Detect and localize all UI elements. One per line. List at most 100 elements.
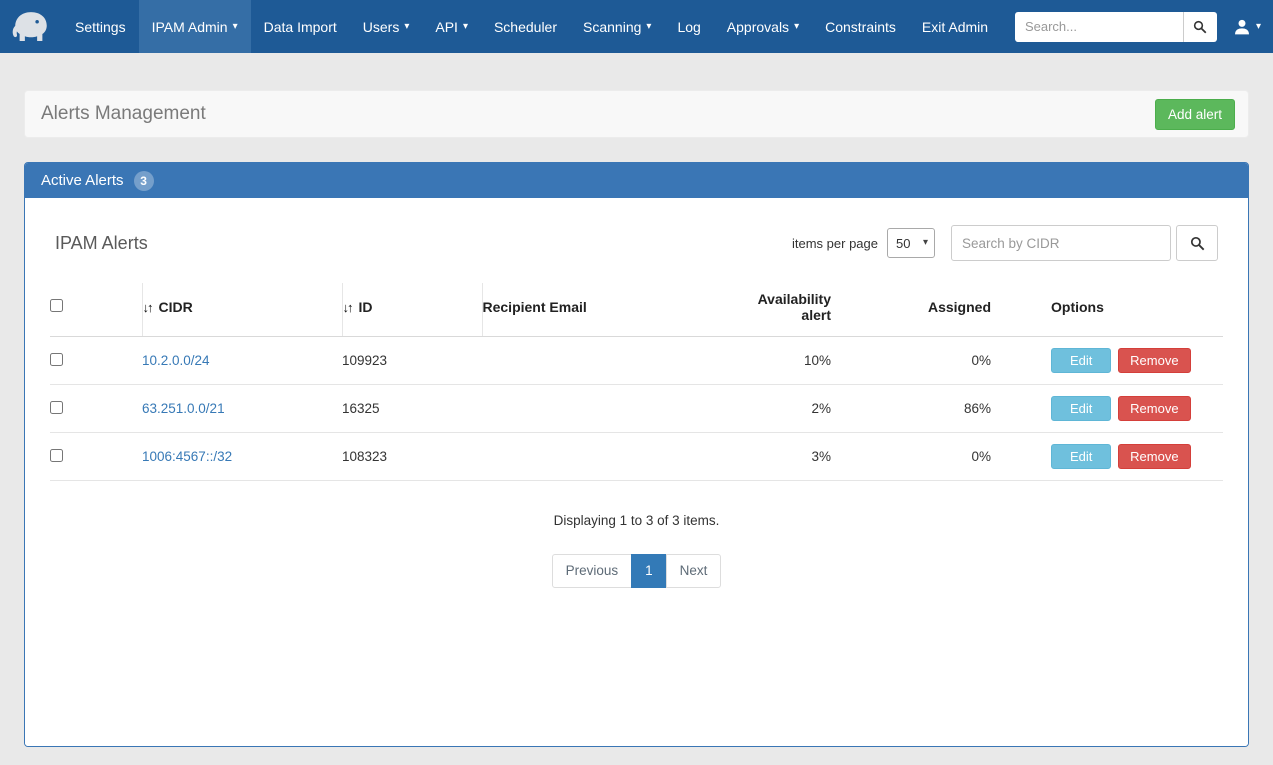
column-header-email: Recipient Email (482, 283, 725, 337)
row-checkbox[interactable] (50, 401, 63, 414)
availability-cell: 3% (725, 433, 835, 481)
row-checkbox[interactable] (50, 449, 63, 462)
caret-down-icon: ▾ (646, 22, 651, 32)
edit-button[interactable]: Edit (1051, 396, 1111, 421)
row-select-cell (50, 337, 142, 385)
page-title: Alerts Management (41, 103, 206, 125)
table-header-row: ↓↑CIDR ↓↑ID Recipient Email Availability… (50, 283, 1223, 337)
edit-button[interactable]: Edit (1051, 444, 1111, 469)
nav-item-label: Exit Admin (922, 19, 988, 35)
remove-button[interactable]: Remove (1118, 444, 1190, 469)
row-checkbox[interactable] (50, 353, 63, 366)
caret-down-icon: ▾ (923, 238, 928, 248)
id-cell: 16325 (342, 385, 482, 433)
nav-item-scheduler[interactable]: Scheduler (481, 0, 570, 53)
nav-item-settings[interactable]: Settings (62, 0, 139, 53)
page-header: Alerts Management Add alert (24, 90, 1249, 138)
nav-item-ipam-admin[interactable]: IPAM Admin ▾ (139, 0, 251, 53)
email-cell (482, 385, 725, 433)
pagination-previous[interactable]: Previous (552, 554, 633, 588)
table-row: 10.2.0.0/24 109923 10% 0% Edit Remove (50, 337, 1223, 385)
assigned-cell: 0% (835, 337, 995, 385)
nav-item-scanning[interactable]: Scanning ▾ (570, 0, 664, 53)
cidr-cell: 10.2.0.0/24 (142, 337, 342, 385)
nav-item-exit-admin[interactable]: Exit Admin (909, 0, 1001, 53)
assigned-cell: 0% (835, 433, 995, 481)
id-cell: 108323 (342, 433, 482, 481)
nav-item-label: Log (677, 19, 700, 35)
email-cell (482, 433, 725, 481)
pagination-next[interactable]: Next (666, 554, 722, 588)
alert-count-badge: 3 (134, 171, 154, 191)
search-icon (1190, 236, 1205, 251)
nav-item-label: Users (363, 19, 400, 35)
alerts-table: ↓↑CIDR ↓↑ID Recipient Email Availability… (50, 283, 1223, 481)
id-cell: 109923 (342, 337, 482, 385)
items-per-page-select[interactable]: 50 ▾ (887, 228, 935, 258)
nav-item-approvals[interactable]: Approvals▾ (714, 0, 812, 53)
nav-item-label: Scanning (583, 19, 641, 35)
elephant-logo[interactable] (6, 0, 62, 53)
navbar-search-button[interactable] (1183, 12, 1217, 42)
top-navbar: Settings IPAM Admin▾ Data Import Users▾ … (0, 0, 1273, 53)
active-alerts-panel: Active Alerts 3 IPAM Alerts items per pa… (24, 162, 1249, 747)
add-alert-button[interactable]: Add alert (1155, 99, 1235, 130)
options-cell: Edit Remove (995, 433, 1223, 481)
caret-down-icon: ▾ (1256, 22, 1261, 32)
pagination-page-1[interactable]: 1 (631, 554, 667, 588)
column-header-options: Options (995, 283, 1223, 337)
remove-button[interactable]: Remove (1118, 396, 1190, 421)
navbar-search-input[interactable] (1015, 12, 1183, 42)
panel-body: IPAM Alerts items per page 50 ▾ (25, 198, 1248, 746)
row-select-cell (50, 385, 142, 433)
caret-down-icon: ▾ (463, 22, 468, 32)
main-menu: Settings IPAM Admin▾ Data Import Users▾ … (62, 0, 1001, 53)
nav-item-data-import[interactable]: Data Import (251, 0, 350, 53)
cidr-link[interactable]: 1006:4567::/32 (142, 449, 232, 464)
options-cell: Edit Remove (995, 337, 1223, 385)
search-icon (1193, 20, 1207, 34)
cidr-cell: 1006:4567::/32 (142, 433, 342, 481)
cidr-search-button[interactable] (1176, 225, 1218, 261)
nav-item-users[interactable]: Users ▾ (350, 0, 423, 53)
cidr-search-input[interactable] (951, 225, 1171, 261)
items-per-page-value: 50 (896, 236, 910, 251)
pagination: Previous 1 Next (50, 554, 1223, 588)
table-row: 63.251.0.0/21 16325 2% 86% Edit Remove (50, 385, 1223, 433)
caret-down-icon: ▾ (404, 22, 409, 32)
column-header-availability: Availability alert (725, 283, 835, 337)
column-header-assigned: Assigned (835, 283, 995, 337)
cidr-link[interactable]: 63.251.0.0/21 (142, 401, 225, 416)
edit-button[interactable]: Edit (1051, 348, 1111, 373)
remove-button[interactable]: Remove (1118, 348, 1190, 373)
elephant-logo-icon (10, 8, 52, 46)
panel-heading: Active Alerts 3 (25, 163, 1248, 198)
column-header-id[interactable]: ↓↑ID (342, 283, 482, 337)
cidr-link[interactable]: 10.2.0.0/24 (142, 353, 210, 368)
select-all-checkbox[interactable] (50, 299, 63, 312)
nav-item-label: Settings (75, 19, 126, 35)
navbar-right: ▾ (1015, 0, 1261, 53)
nav-item-label: IPAM Admin (152, 19, 228, 35)
nav-item-label: API (435, 19, 458, 35)
caret-down-icon: ▾ (794, 22, 799, 32)
assigned-cell: 86% (835, 385, 995, 433)
nav-item-constraints[interactable]: Constraints (812, 0, 909, 53)
sort-icon: ↓↑ (143, 300, 152, 315)
row-select-cell (50, 433, 142, 481)
navbar-search (1015, 12, 1217, 42)
column-header-cidr[interactable]: ↓↑CIDR (142, 283, 342, 337)
user-icon (1233, 18, 1251, 36)
table-controls: IPAM Alerts items per page 50 ▾ (50, 198, 1223, 283)
availability-cell: 2% (725, 385, 835, 433)
cidr-cell: 63.251.0.0/21 (142, 385, 342, 433)
user-menu[interactable]: ▾ (1233, 18, 1261, 36)
caret-down-icon: ▾ (233, 22, 238, 32)
results-summary: Displaying 1 to 3 of 3 items. (50, 513, 1223, 528)
nav-item-label: Constraints (825, 19, 896, 35)
nav-item-log[interactable]: Log (664, 0, 713, 53)
items-per-page-label: items per page (792, 236, 878, 251)
nav-item-label: Data Import (264, 19, 337, 35)
nav-item-api[interactable]: API ▾ (422, 0, 481, 53)
email-cell (482, 337, 725, 385)
